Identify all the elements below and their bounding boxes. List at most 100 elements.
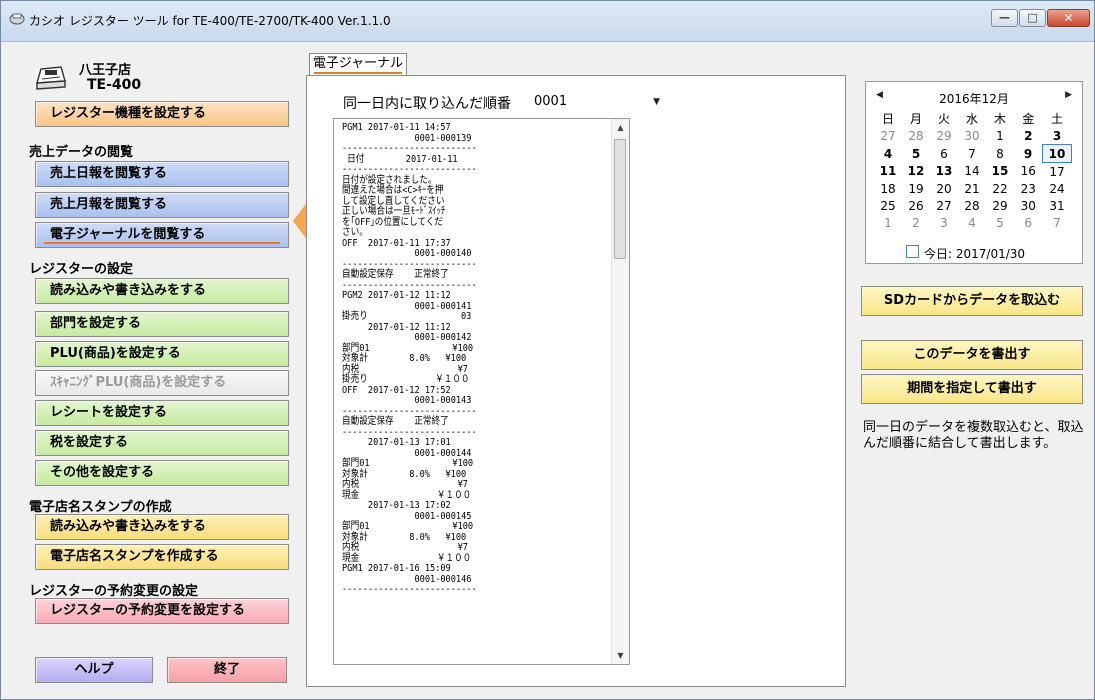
calendar-day[interactable]: 22 <box>986 180 1014 197</box>
calendar-day[interactable]: 26 <box>902 197 930 214</box>
next-month-icon[interactable]: ▶ <box>1065 90 1072 100</box>
stamp-read-write-button[interactable]: 読み込みや書き込みをする <box>35 514 289 540</box>
calendar-day[interactable]: 10 <box>1042 144 1072 163</box>
journal-line: 正しい場合は一旦ﾓｰﾄﾞｽｲｯﾁ <box>342 206 446 217</box>
maximize-button[interactable]: □ <box>1019 9 1046 27</box>
set-model-button[interactable]: レジスター機種を設定する <box>35 101 289 127</box>
journal-line: PGM1 2017-01-11 14:57 <box>342 122 451 133</box>
calendar-day[interactable]: 3 <box>930 214 958 231</box>
calendar-day[interactable]: 19 <box>902 180 930 197</box>
calendar-day[interactable]: 4 <box>874 145 902 163</box>
minimize-button[interactable]: — <box>991 9 1018 27</box>
left-menu: 八王子店 TE-400 レジスター機種を設定する 売上データの閲覧 売上日報を閲… <box>19 51 291 691</box>
chevron-down-icon: ▼ <box>653 97 660 107</box>
tax-button[interactable]: 税を設定する <box>35 430 289 456</box>
calendar-day[interactable]: 28 <box>902 127 930 145</box>
export-range-button[interactable]: 期間を指定して書出す <box>861 374 1083 404</box>
journal-line: 0001-000143 <box>342 395 472 406</box>
calendar-day[interactable]: 25 <box>874 197 902 214</box>
stamp-create-button[interactable]: 電子店名スタンプを作成する <box>35 544 289 570</box>
calendar-day[interactable]: 24 <box>1043 180 1072 197</box>
scroll-up-icon[interactable]: ▲ <box>612 119 629 136</box>
journal-line: 掛売り 03 <box>342 311 472 322</box>
other-settings-button[interactable]: その他を設定する <box>35 460 289 486</box>
window-title: カシオ レジスター ツール for TE-400/TE-2700/TK-400 … <box>29 14 391 28</box>
close-icon: ✕ <box>1063 11 1074 25</box>
plu-button[interactable]: PLU(商品)を設定する <box>35 341 289 367</box>
title-bar: カシオ レジスター ツール for TE-400/TE-2700/TK-400 … <box>1 1 1094 42</box>
calendar-day[interactable]: 15 <box>986 163 1014 181</box>
weekday-header: 月 <box>909 112 922 126</box>
calendar-day[interactable]: 1 <box>986 127 1014 145</box>
import-order-select[interactable]: 0001 ▼ <box>529 90 665 112</box>
scroll-thumb[interactable] <box>614 139 626 259</box>
journal-line: 掛売り ￥１００ <box>342 374 470 385</box>
maximize-icon: □ <box>1027 11 1038 24</box>
import-order-value: 0001 <box>534 94 568 109</box>
close-button[interactable]: ✕ <box>1047 9 1090 27</box>
scroll-down-icon[interactable]: ▼ <box>612 647 629 664</box>
daily-report-button[interactable]: 売上日報を閲覧する <box>35 161 289 187</box>
calendar-day[interactable]: 4 <box>958 214 986 231</box>
calendar-day[interactable]: 17 <box>1043 163 1072 181</box>
journal-line: 間違えた場合は<C>ｷｰを押 <box>342 185 444 196</box>
monthly-report-button[interactable]: 売上月報を閲覧する <box>35 192 289 218</box>
calendar-day[interactable]: 6 <box>1014 214 1043 231</box>
today-label[interactable]: 今日: 2017/01/30 <box>924 245 1025 262</box>
calendar-day[interactable]: 1 <box>874 214 902 231</box>
receipt-button[interactable]: レシートを設定する <box>35 400 289 426</box>
journal-line: 自動設定保存 正常終了 <box>342 416 449 427</box>
calendar-day[interactable]: 18 <box>874 180 902 197</box>
calendar-day[interactable]: 30 <box>1014 197 1043 214</box>
calendar-day[interactable]: 27 <box>874 127 902 145</box>
journal-line: 自動設定保存 正常終了 <box>342 269 449 280</box>
tab-underline <box>314 72 402 74</box>
journal-view[interactable]: PGM1 2017-01-11 14:57 0001-000139 -------… <box>333 118 630 665</box>
reserve-change-button[interactable]: レジスターの予約変更を設定する <box>35 598 289 624</box>
calendar-day[interactable]: 16 <box>1014 163 1043 181</box>
app-window: カシオ レジスター ツール for TE-400/TE-2700/TK-400 … <box>0 0 1095 700</box>
minimize-icon: — <box>999 11 1010 24</box>
calendar-day[interactable]: 29 <box>930 127 958 145</box>
sd-import-button[interactable]: SDカードからデータを取込む <box>861 286 1083 316</box>
calendar-day[interactable]: 27 <box>930 197 958 214</box>
calendar-day[interactable]: 7 <box>958 145 986 163</box>
journal-line: 2017-01-13 17:02 <box>342 500 451 511</box>
calendar-day[interactable]: 9 <box>1014 145 1043 163</box>
calendar-day[interactable]: 7 <box>1043 214 1072 231</box>
journal-line: -------------------------- <box>342 164 477 175</box>
calendar-day[interactable]: 5 <box>986 214 1014 231</box>
calendar-day[interactable]: 6 <box>930 145 958 163</box>
calendar-day[interactable]: 30 <box>958 127 986 145</box>
export-this-button[interactable]: このデータを書出す <box>861 340 1083 370</box>
calendar-day[interactable]: 21 <box>958 180 986 197</box>
calendar-day[interactable]: 8 <box>986 145 1014 163</box>
calendar-day[interactable]: 13 <box>930 163 958 181</box>
calendar-day[interactable]: 29 <box>986 197 1014 214</box>
calendar-day[interactable]: 2 <box>902 214 930 231</box>
exit-button[interactable]: 終了 <box>167 657 287 683</box>
calendar-day[interactable]: 28 <box>958 197 986 214</box>
calendar-day[interactable]: 3 <box>1043 127 1072 145</box>
weekday-header: 木 <box>993 112 1006 126</box>
calendar-day[interactable]: 23 <box>1014 180 1043 197</box>
weekday-header: 日 <box>881 112 894 126</box>
journal-scrollbar[interactable]: ▲ ▼ <box>611 119 629 664</box>
calendar-day[interactable]: 31 <box>1043 197 1072 214</box>
calendar-day[interactable]: 11 <box>874 163 902 181</box>
e-journal-button[interactable]: 電子ジャーナルを閲覧する <box>35 222 289 248</box>
tab-e-journal[interactable]: 電子ジャーナル <box>309 53 407 75</box>
calendar-day[interactable]: 2 <box>1014 127 1043 145</box>
dept-button[interactable]: 部門を設定する <box>35 311 289 337</box>
weekday-header: 金 <box>1022 112 1035 126</box>
read-write-button[interactable]: 読み込みや書き込みをする <box>35 278 289 304</box>
journal-line: 0001-000142 <box>342 332 472 343</box>
help-button[interactable]: ヘルプ <box>35 657 153 683</box>
calendar-day[interactable]: 5 <box>902 145 930 163</box>
scan-plu-button[interactable]: ｽｷｬﾆﾝｸﾞPLU(商品)を設定する <box>35 370 289 396</box>
calendar-day[interactable]: 20 <box>930 180 958 197</box>
calendar-day[interactable]: 14 <box>958 163 986 181</box>
journal-line: 2017-01-13 17:01 <box>342 437 451 448</box>
calendar[interactable]: ◀ 2016年12月 ▶ 日月火水木金土 27 28 29 30 1 2 3 4 5 6 7 8 9 10… <box>865 81 1083 264</box>
calendar-day[interactable]: 12 <box>902 163 930 181</box>
